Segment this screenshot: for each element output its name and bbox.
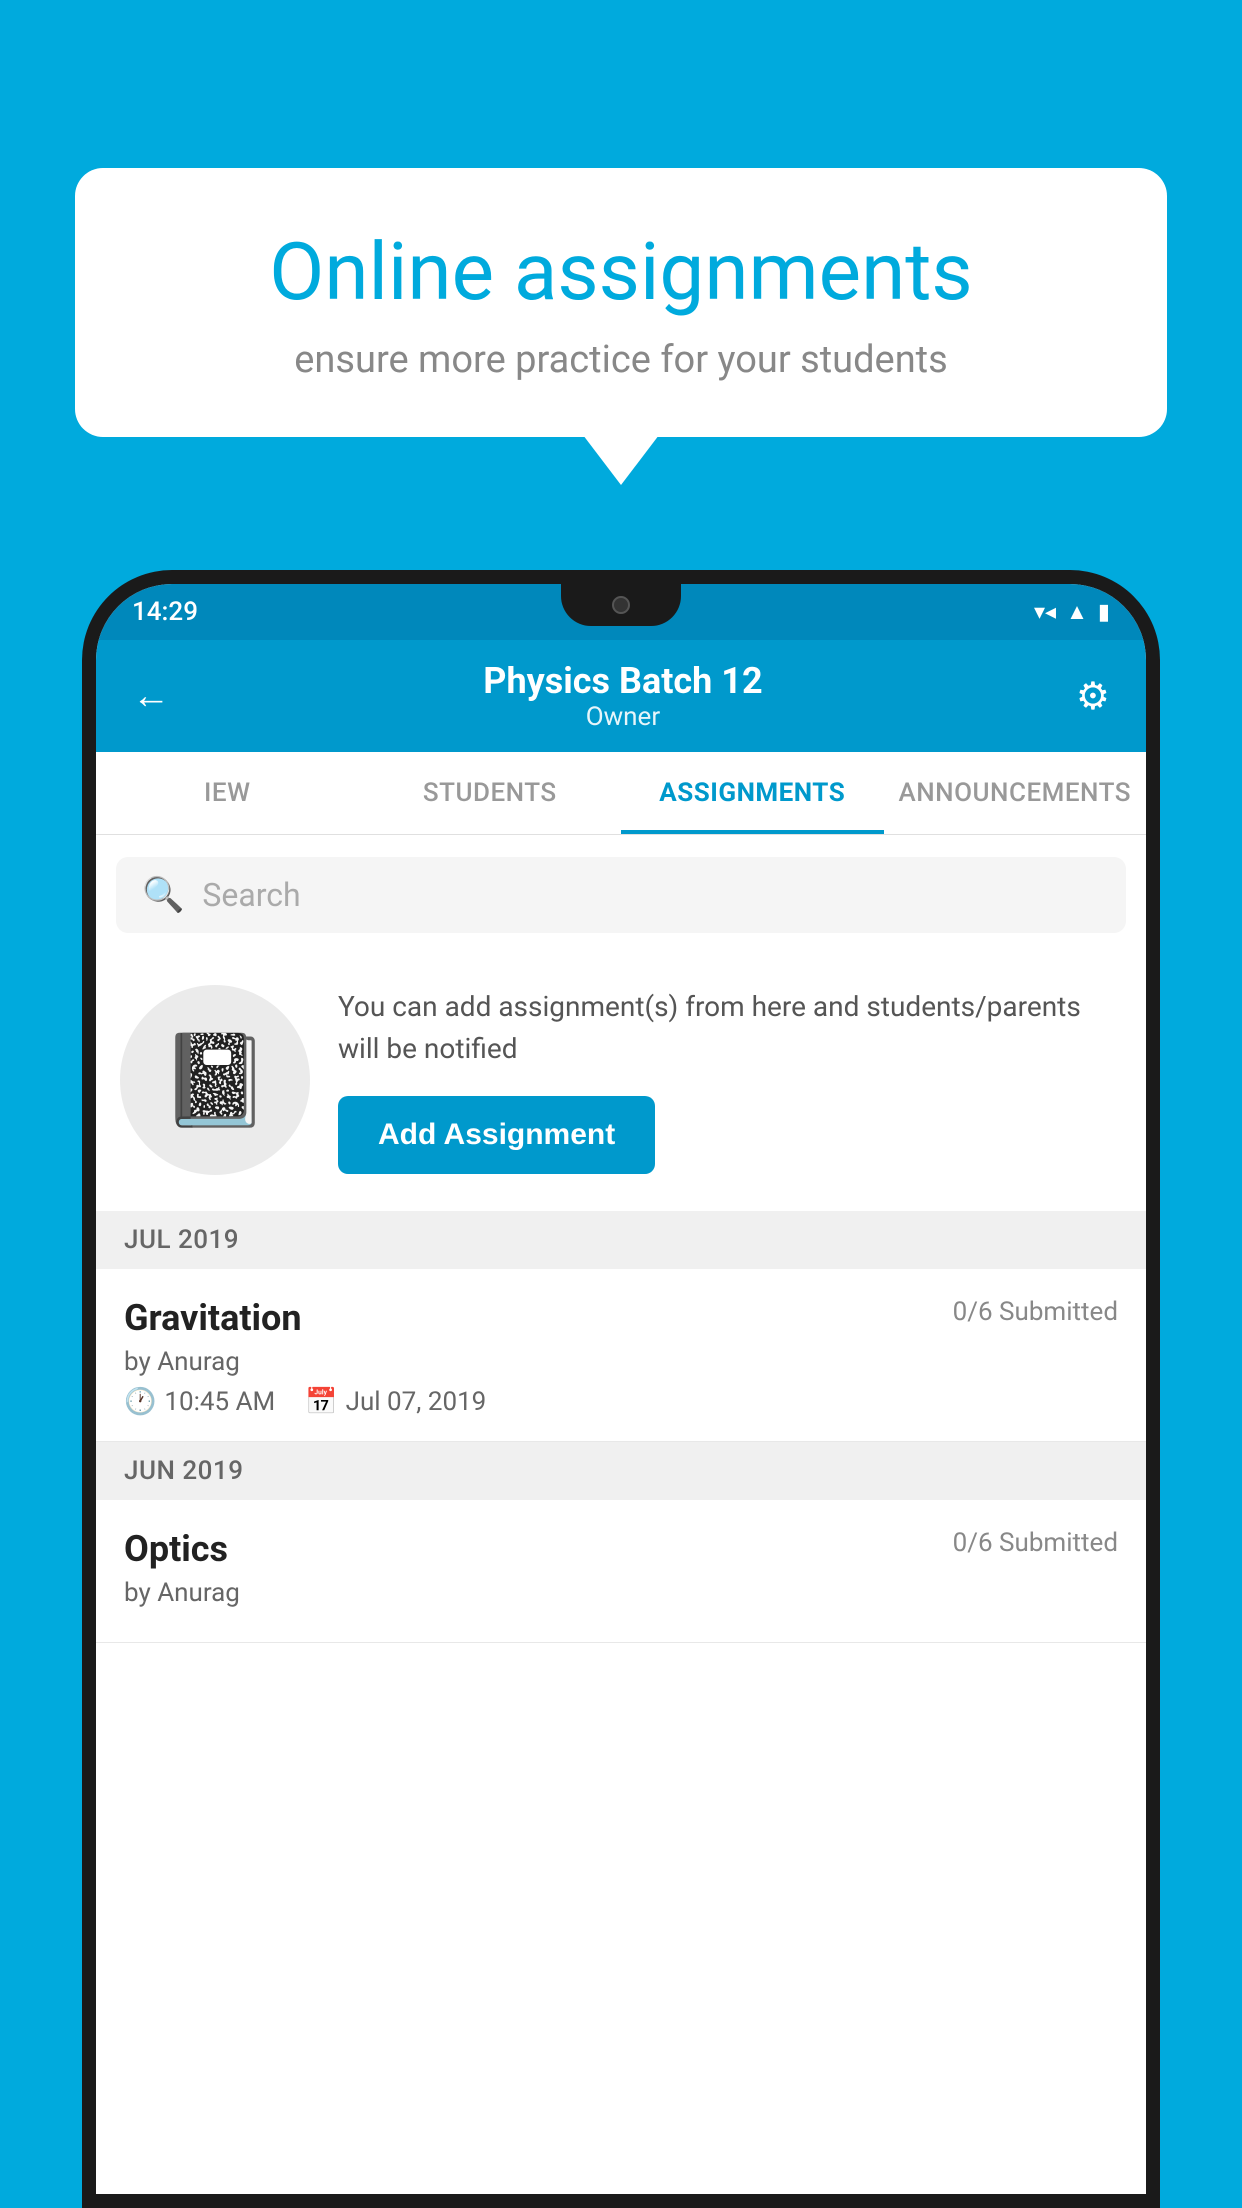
assignment-item-optics[interactable]: Optics 0/6 Submitted by Anurag [96, 1500, 1146, 1643]
status-bar: 14:29 ▾◂ ▲ ▮ [96, 584, 1146, 640]
assignment-item-gravitation[interactable]: Gravitation 0/6 Submitted by Anurag 🕐 10… [96, 1269, 1146, 1442]
search-icon: 🔍 [142, 875, 184, 915]
speech-bubble-container: Online assignments ensure more practice … [75, 168, 1167, 437]
phone-inner: 14:29 ▾◂ ▲ ▮ ← Physics Batch 12 Owner ⚙ … [96, 584, 1146, 2194]
tab-announcements[interactable]: ANNOUNCEMENTS [884, 752, 1147, 834]
empty-description: You can add assignment(s) from here and … [338, 986, 1122, 1070]
clock-icon: 🕐 [124, 1387, 156, 1417]
section-header-jul: JUL 2019 [96, 1211, 1146, 1269]
header-title: Physics Batch 12 [483, 660, 762, 702]
back-button[interactable]: ← [132, 674, 170, 718]
search-bar[interactable]: 🔍 Search [116, 857, 1126, 933]
assignment-author-optics: by Anurag [124, 1578, 1118, 1608]
empty-icon-circle: 📓 [120, 985, 310, 1175]
assignment-name-gravitation: Gravitation [124, 1297, 302, 1339]
speech-bubble-title: Online assignments [145, 228, 1097, 316]
notebook-icon: 📓 [159, 1028, 271, 1133]
tab-students[interactable]: STUDENTS [359, 752, 622, 834]
assignment-submitted-optics: 0/6 Submitted [953, 1528, 1118, 1558]
battery-icon: ▮ [1098, 600, 1110, 625]
assignment-top-row-optics: Optics 0/6 Submitted [124, 1528, 1118, 1570]
assignment-submitted-gravitation: 0/6 Submitted [953, 1297, 1118, 1327]
assignment-top-row: Gravitation 0/6 Submitted [124, 1297, 1118, 1339]
assignment-name-optics: Optics [124, 1528, 228, 1570]
notch-camera [612, 596, 630, 614]
header-subtitle: Owner [483, 702, 762, 732]
speech-bubble: Online assignments ensure more practice … [75, 168, 1167, 437]
app-header: ← Physics Batch 12 Owner ⚙ [96, 640, 1146, 752]
speech-bubble-subtitle: ensure more practice for your students [145, 338, 1097, 382]
search-placeholder: Search [202, 876, 300, 914]
calendar-icon: 📅 [305, 1387, 337, 1417]
signal-icon: ▲ [1066, 599, 1088, 625]
tabs-bar: IEW STUDENTS ASSIGNMENTS ANNOUNCEMENTS [96, 752, 1146, 835]
meta-time: 🕐 10:45 AM [124, 1387, 275, 1417]
assignment-meta-gravitation: 🕐 10:45 AM 📅 Jul 07, 2019 [124, 1387, 1118, 1417]
status-time: 14:29 [132, 597, 198, 627]
assignment-time: 10:45 AM [164, 1387, 275, 1417]
gear-icon[interactable]: ⚙ [1076, 674, 1110, 719]
add-assignment-button[interactable]: Add Assignment [338, 1096, 655, 1174]
meta-date: 📅 Jul 07, 2019 [305, 1387, 486, 1417]
wifi-icon: ▾◂ [1034, 600, 1056, 625]
phone-frame: 14:29 ▾◂ ▲ ▮ ← Physics Batch 12 Owner ⚙ … [82, 570, 1160, 2208]
content-area: 🔍 Search 📓 You can add assignment(s) fro… [96, 835, 1146, 1643]
empty-state: 📓 You can add assignment(s) from here an… [96, 955, 1146, 1211]
notch [561, 584, 681, 626]
tab-assignments[interactable]: ASSIGNMENTS [621, 752, 884, 834]
assignment-date: Jul 07, 2019 [346, 1387, 487, 1417]
tab-iew[interactable]: IEW [96, 752, 359, 834]
status-icons: ▾◂ ▲ ▮ [1034, 599, 1110, 625]
assignment-author-gravitation: by Anurag [124, 1347, 1118, 1377]
header-center: Physics Batch 12 Owner [483, 660, 762, 732]
empty-content: You can add assignment(s) from here and … [338, 986, 1122, 1174]
section-header-jun: JUN 2019 [96, 1442, 1146, 1500]
